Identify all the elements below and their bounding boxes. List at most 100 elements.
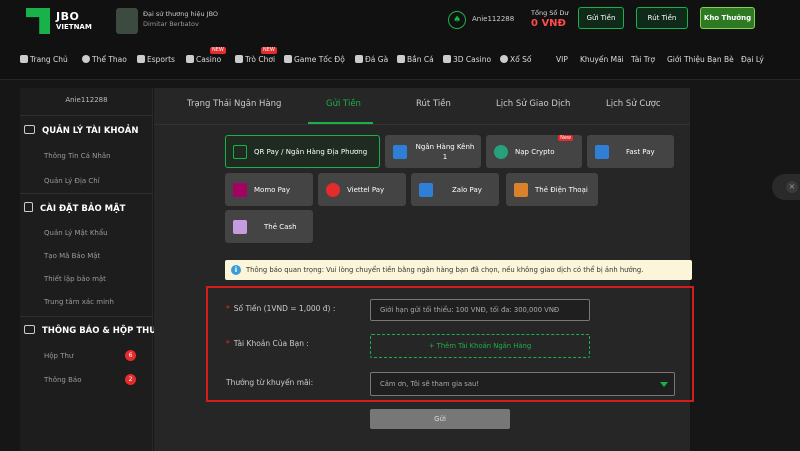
notice-text: Thông báo quan trọng: Vui lòng chuyển ti… bbox=[246, 266, 644, 274]
lottery-ball-icon bbox=[500, 55, 508, 63]
nav-fast-games[interactable]: Game Tốc Độ bbox=[284, 55, 345, 64]
fish-icon bbox=[397, 55, 405, 63]
notification-count-badge: 2 bbox=[125, 374, 136, 385]
slot-icon bbox=[235, 55, 243, 63]
sidebar-item-personal-info[interactable]: Thông Tin Cá Nhân bbox=[44, 152, 111, 160]
sidebar-section-messages[interactable]: THÔNG BÁO & HỘP THƯ bbox=[24, 325, 156, 336]
nav-games[interactable]: NEW Trò Chơi bbox=[235, 47, 277, 64]
cash-card-icon bbox=[233, 220, 247, 234]
nav-3d-casino[interactable]: 3D Casino bbox=[443, 55, 491, 64]
qr-code-icon bbox=[233, 145, 247, 159]
nav-esports[interactable]: Esports bbox=[137, 55, 175, 64]
payment-label: Momo Pay bbox=[254, 185, 290, 194]
account-label-text: Tài Khoản Của Bạn : bbox=[233, 339, 309, 348]
nav-home[interactable]: Trang Chủ bbox=[20, 55, 68, 64]
nav-label: VIP bbox=[556, 55, 568, 64]
nav-sports[interactable]: Thể Thao bbox=[82, 55, 127, 64]
tab-bank-status[interactable]: Trạng Thái Ngân Hàng bbox=[187, 99, 281, 109]
payment-cash-card[interactable]: Thẻ Cash bbox=[225, 210, 313, 243]
lock-icon bbox=[24, 202, 33, 212]
deposit-button[interactable]: Gửi Tiền bbox=[578, 7, 624, 29]
logo-subtext: VIETNAM bbox=[56, 23, 92, 31]
submit-button[interactable]: Gửi bbox=[370, 409, 510, 429]
top-header: JBO VIETNAM Đại sứ thương hiệu JBO Dimit… bbox=[0, 0, 800, 80]
important-notice: i Thông báo quan trọng: Vui lòng chuyển … bbox=[225, 260, 692, 280]
nav-label: Giới Thiệu Bạn Bè bbox=[667, 55, 734, 64]
nav-label: Thể Thao bbox=[92, 55, 127, 64]
new-badge: NEW bbox=[261, 47, 277, 54]
nav-lottery[interactable]: Xổ Số bbox=[500, 55, 531, 64]
sidebar-item-address[interactable]: Quản Lý Địa Chỉ bbox=[44, 177, 100, 185]
soccer-ball-icon bbox=[82, 55, 90, 63]
sidebar-section-security[interactable]: CÀI ĐẶT BẢO MẬT bbox=[24, 202, 125, 214]
payment-phone-card[interactable]: Thẻ Điện Thoại bbox=[506, 173, 598, 206]
section-label: THÔNG BÁO & HỘP THƯ bbox=[42, 326, 157, 336]
payment-label: Thẻ Cash bbox=[264, 222, 297, 231]
cube-icon bbox=[443, 55, 451, 63]
jbo-logo[interactable]: JBO VIETNAM bbox=[26, 8, 96, 36]
close-icon[interactable]: × bbox=[786, 181, 798, 193]
tab-deposit[interactable]: Gửi Tiền bbox=[326, 99, 361, 109]
mail-icon bbox=[24, 325, 35, 334]
payment-qr-pay[interactable]: QR Pay / Ngân Hàng Địa Phương bbox=[225, 135, 380, 168]
account-sidebar: Anie112288 QUẢN LÝ TÀI KHOẢN Thông Tin C… bbox=[20, 88, 156, 451]
section-label: CÀI ĐẶT BẢO MẬT bbox=[40, 204, 126, 214]
payment-crypto[interactable]: New Nạp Crypto bbox=[486, 135, 582, 168]
nav-agent[interactable]: Đại Lý bbox=[741, 55, 764, 64]
payment-viettel[interactable]: Viettel Pay bbox=[318, 173, 406, 206]
new-badge: New bbox=[558, 135, 573, 141]
main-nav: Trang Chủ Thể Thao Esports NEW Casino NEW… bbox=[0, 47, 800, 70]
inbox-count-badge: 6 bbox=[125, 350, 136, 361]
payment-label: Zalo Pay bbox=[452, 185, 482, 194]
ambassador-banner: Đại sứ thương hiệu JBO Dimitar Berbatov bbox=[116, 8, 246, 36]
sidebar-section-account[interactable]: QUẢN LÝ TÀI KHOẢN bbox=[24, 125, 138, 136]
deposit-panel: Trạng Thái Ngân Hàng Gửi Tiền Rút Tiền L… bbox=[154, 88, 694, 451]
payment-momo[interactable]: Momo Pay bbox=[225, 173, 313, 206]
sidebar-item-notifications[interactable]: Thông Báo bbox=[44, 376, 81, 384]
promo-select[interactable]: Cảm ơn, Tôi sẽ tham gia sau! bbox=[370, 372, 675, 396]
user-avatar-icon[interactable]: ♠ bbox=[448, 11, 466, 29]
nav-promotions[interactable]: Khuyến Mãi bbox=[580, 55, 624, 64]
payment-zalo[interactable]: Zalo Pay bbox=[411, 173, 499, 206]
withdraw-button[interactable]: Rút Tiền bbox=[636, 7, 688, 29]
cards-icon bbox=[186, 55, 194, 63]
payment-fast-pay[interactable]: Fast Pay bbox=[587, 135, 674, 168]
logo-mark-icon bbox=[26, 8, 50, 34]
sidebar-item-password[interactable]: Quản Lý Mật Khẩu bbox=[44, 229, 108, 237]
sidebar-item-verification[interactable]: Trung tâm xác minh bbox=[44, 298, 114, 306]
nav-label: Tài Trợ bbox=[631, 55, 655, 64]
nav-label: Esports bbox=[147, 55, 175, 64]
nav-vip[interactable]: VIP bbox=[556, 55, 568, 64]
nav-sponsorship[interactable]: Tài Trợ bbox=[631, 55, 655, 64]
section-label: QUẢN LÝ TÀI KHOẢN bbox=[42, 126, 139, 136]
amount-input[interactable]: Giới hạn gửi tối thiểu: 100 VNĐ, tối đa:… bbox=[370, 299, 590, 321]
add-bank-account-button[interactable]: + Thêm Tài Khoản Ngân Hàng bbox=[370, 334, 590, 358]
tab-transaction-history[interactable]: Lịch Sử Giao Dịch bbox=[496, 99, 570, 109]
divider bbox=[20, 316, 153, 317]
zalo-icon bbox=[419, 183, 433, 197]
payment-bank-channel-1[interactable]: Ngân Hàng Kênh 1 bbox=[385, 135, 481, 168]
payment-label: Ngân Hàng Kênh 1 bbox=[415, 142, 475, 161]
nav-fishing[interactable]: Bắn Cá bbox=[397, 55, 434, 64]
ambassador-title: Đại sứ thương hiệu JBO bbox=[143, 10, 219, 18]
nav-referral[interactable]: Giới Thiệu Bạn Bè bbox=[667, 55, 734, 64]
side-popup-tab[interactable]: × bbox=[772, 174, 800, 200]
id-card-icon bbox=[24, 125, 35, 134]
bank-icon bbox=[393, 145, 407, 159]
rewards-button[interactable]: Kho Thưởng bbox=[700, 7, 755, 29]
nav-casino[interactable]: NEW Casino bbox=[186, 47, 226, 64]
logo-text: JBO bbox=[56, 10, 80, 23]
rocket-icon bbox=[284, 55, 292, 63]
sidebar-item-security-setup[interactable]: Thiết lập bảo mật bbox=[44, 275, 106, 283]
sidebar-item-inbox[interactable]: Hộp Thư bbox=[44, 352, 73, 360]
nav-label: Trò Chơi bbox=[245, 55, 276, 64]
sidebar-item-security-code[interactable]: Tạo Mã Bảo Mật bbox=[44, 252, 100, 260]
header-username[interactable]: Anie112288 bbox=[472, 15, 514, 23]
momo-icon bbox=[233, 183, 247, 197]
payment-label: QR Pay / Ngân Hàng Địa Phương bbox=[254, 147, 368, 156]
tab-withdraw[interactable]: Rút Tiền bbox=[416, 99, 451, 109]
nav-label: Casino bbox=[196, 55, 222, 64]
nav-cockfight[interactable]: Đá Gà bbox=[355, 55, 388, 64]
tab-bet-history[interactable]: Lịch Sử Cược bbox=[606, 99, 661, 109]
new-badge: NEW bbox=[210, 47, 226, 54]
